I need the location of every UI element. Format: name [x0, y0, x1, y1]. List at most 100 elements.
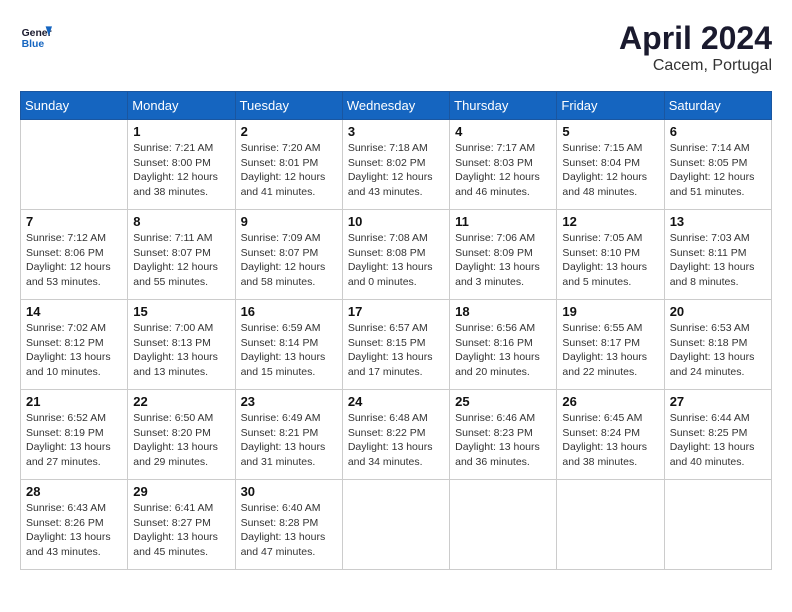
day-number: 10 — [348, 214, 444, 229]
day-info: Sunrise: 6:46 AMSunset: 8:23 PMDaylight:… — [455, 411, 551, 470]
calendar-cell: 19 Sunrise: 6:55 AMSunset: 8:17 PMDayligh… — [557, 300, 664, 390]
calendar-cell: 30 Sunrise: 6:40 AMSunset: 8:28 PMDayligh… — [235, 480, 342, 570]
week-row-1: 1 Sunrise: 7:21 AMSunset: 8:00 PMDaylight… — [21, 120, 772, 210]
day-number: 25 — [455, 394, 551, 409]
logo: General Blue — [20, 20, 52, 52]
day-number: 18 — [455, 304, 551, 319]
calendar-cell: 23 Sunrise: 6:49 AMSunset: 8:21 PMDayligh… — [235, 390, 342, 480]
day-number: 26 — [562, 394, 658, 409]
day-info: Sunrise: 7:02 AMSunset: 8:12 PMDaylight:… — [26, 321, 122, 380]
weekday-header-saturday: Saturday — [664, 92, 771, 120]
day-info: Sunrise: 6:57 AMSunset: 8:15 PMDaylight:… — [348, 321, 444, 380]
calendar-cell: 2 Sunrise: 7:20 AMSunset: 8:01 PMDaylight… — [235, 120, 342, 210]
day-info: Sunrise: 6:55 AMSunset: 8:17 PMDaylight:… — [562, 321, 658, 380]
calendar-table: SundayMondayTuesdayWednesdayThursdayFrid… — [20, 91, 772, 570]
calendar-cell: 8 Sunrise: 7:11 AMSunset: 8:07 PMDaylight… — [128, 210, 235, 300]
day-info: Sunrise: 6:49 AMSunset: 8:21 PMDaylight:… — [241, 411, 337, 470]
day-number: 24 — [348, 394, 444, 409]
day-info: Sunrise: 6:45 AMSunset: 8:24 PMDaylight:… — [562, 411, 658, 470]
calendar-cell: 9 Sunrise: 7:09 AMSunset: 8:07 PMDaylight… — [235, 210, 342, 300]
day-info: Sunrise: 7:11 AMSunset: 8:07 PMDaylight:… — [133, 231, 229, 290]
day-info: Sunrise: 7:06 AMSunset: 8:09 PMDaylight:… — [455, 231, 551, 290]
day-info: Sunrise: 6:56 AMSunset: 8:16 PMDaylight:… — [455, 321, 551, 380]
day-number: 7 — [26, 214, 122, 229]
day-info: Sunrise: 6:44 AMSunset: 8:25 PMDaylight:… — [670, 411, 766, 470]
day-number: 20 — [670, 304, 766, 319]
calendar-cell — [450, 480, 557, 570]
calendar-cell: 26 Sunrise: 6:45 AMSunset: 8:24 PMDayligh… — [557, 390, 664, 480]
location-subtitle: Cacem, Portugal — [619, 57, 772, 75]
day-info: Sunrise: 7:09 AMSunset: 8:07 PMDaylight:… — [241, 231, 337, 290]
calendar-cell: 1 Sunrise: 7:21 AMSunset: 8:00 PMDaylight… — [128, 120, 235, 210]
weekday-header-friday: Friday — [557, 92, 664, 120]
day-info: Sunrise: 6:52 AMSunset: 8:19 PMDaylight:… — [26, 411, 122, 470]
day-number: 13 — [670, 214, 766, 229]
day-number: 16 — [241, 304, 337, 319]
title-block: April 2024 Cacem, Portugal — [619, 20, 772, 75]
calendar-cell: 7Sunrise: 7:12 AMSunset: 8:06 PMDaylight… — [21, 210, 128, 300]
day-number: 2 — [241, 124, 337, 139]
day-info: Sunrise: 7:20 AMSunset: 8:01 PMDaylight:… — [241, 141, 337, 200]
day-info: Sunrise: 6:40 AMSunset: 8:28 PMDaylight:… — [241, 501, 337, 560]
day-info: Sunrise: 7:05 AMSunset: 8:10 PMDaylight:… — [562, 231, 658, 290]
day-info: Sunrise: 7:14 AMSunset: 8:05 PMDaylight:… — [670, 141, 766, 200]
calendar-cell: 25 Sunrise: 6:46 AMSunset: 8:23 PMDayligh… — [450, 390, 557, 480]
day-number: 21 — [26, 394, 122, 409]
day-info: Sunrise: 6:53 AMSunset: 8:18 PMDaylight:… — [670, 321, 766, 380]
month-year-title: April 2024 — [619, 20, 772, 57]
calendar-cell: 21 Sunrise: 6:52 AMSunset: 8:19 PMDayligh… — [21, 390, 128, 480]
day-info: Sunrise: 7:00 AMSunset: 8:13 PMDaylight:… — [133, 321, 229, 380]
day-info: Sunrise: 7:08 AMSunset: 8:08 PMDaylight:… — [348, 231, 444, 290]
calendar-cell: 3Sunrise: 7:18 AMSunset: 8:02 PMDaylight… — [342, 120, 449, 210]
day-number: 12 — [562, 214, 658, 229]
weekday-header-sunday: Sunday — [21, 92, 128, 120]
day-number: 8 — [133, 214, 229, 229]
week-row-2: 7Sunrise: 7:12 AMSunset: 8:06 PMDaylight… — [21, 210, 772, 300]
calendar-cell: 11Sunrise: 7:06 AMSunset: 8:09 PMDayligh… — [450, 210, 557, 300]
calendar-cell — [21, 120, 128, 210]
day-number: 4 — [455, 124, 551, 139]
day-info: Sunrise: 6:41 AMSunset: 8:27 PMDaylight:… — [133, 501, 229, 560]
day-number: 14 — [26, 304, 122, 319]
calendar-cell: 13 Sunrise: 7:03 AMSunset: 8:11 PMDayligh… — [664, 210, 771, 300]
week-row-3: 14 Sunrise: 7:02 AMSunset: 8:12 PMDayligh… — [21, 300, 772, 390]
calendar-cell: 15Sunrise: 7:00 AMSunset: 8:13 PMDayligh… — [128, 300, 235, 390]
calendar-cell: 6 Sunrise: 7:14 AMSunset: 8:05 PMDaylight… — [664, 120, 771, 210]
calendar-cell: 27Sunrise: 6:44 AMSunset: 8:25 PMDayligh… — [664, 390, 771, 480]
day-number: 28 — [26, 484, 122, 499]
day-number: 9 — [241, 214, 337, 229]
day-info: Sunrise: 6:48 AMSunset: 8:22 PMDaylight:… — [348, 411, 444, 470]
day-info: Sunrise: 7:03 AMSunset: 8:11 PMDaylight:… — [670, 231, 766, 290]
day-info: Sunrise: 7:17 AMSunset: 8:03 PMDaylight:… — [455, 141, 551, 200]
day-number: 30 — [241, 484, 337, 499]
calendar-cell: 4 Sunrise: 7:17 AMSunset: 8:03 PMDaylight… — [450, 120, 557, 210]
weekday-header-tuesday: Tuesday — [235, 92, 342, 120]
day-number: 19 — [562, 304, 658, 319]
calendar-cell: 17Sunrise: 6:57 AMSunset: 8:15 PMDayligh… — [342, 300, 449, 390]
day-number: 5 — [562, 124, 658, 139]
calendar-cell: 22Sunrise: 6:50 AMSunset: 8:20 PMDayligh… — [128, 390, 235, 480]
day-number: 29 — [133, 484, 229, 499]
week-row-5: 28Sunrise: 6:43 AMSunset: 8:26 PMDayligh… — [21, 480, 772, 570]
day-number: 1 — [133, 124, 229, 139]
svg-text:Blue: Blue — [22, 39, 45, 50]
calendar-cell — [664, 480, 771, 570]
day-number: 23 — [241, 394, 337, 409]
weekday-header-wednesday: Wednesday — [342, 92, 449, 120]
calendar-cell: 16Sunrise: 6:59 AMSunset: 8:14 PMDayligh… — [235, 300, 342, 390]
day-number: 6 — [670, 124, 766, 139]
calendar-cell: 24 Sunrise: 6:48 AMSunset: 8:22 PMDayligh… — [342, 390, 449, 480]
day-info: Sunrise: 7:21 AMSunset: 8:00 PMDaylight:… — [133, 141, 229, 200]
weekday-header-monday: Monday — [128, 92, 235, 120]
calendar-cell: 10 Sunrise: 7:08 AMSunset: 8:08 PMDayligh… — [342, 210, 449, 300]
calendar-cell: 29 Sunrise: 6:41 AMSunset: 8:27 PMDayligh… — [128, 480, 235, 570]
week-row-4: 21 Sunrise: 6:52 AMSunset: 8:19 PMDayligh… — [21, 390, 772, 480]
calendar-cell — [557, 480, 664, 570]
day-info: Sunrise: 7:18 AMSunset: 8:02 PMDaylight:… — [348, 141, 444, 200]
calendar-cell: 14 Sunrise: 7:02 AMSunset: 8:12 PMDayligh… — [21, 300, 128, 390]
weekday-header-row: SundayMondayTuesdayWednesdayThursdayFrid… — [21, 92, 772, 120]
page-header: General Blue April 2024 Cacem, Portugal — [20, 20, 772, 75]
day-info: Sunrise: 6:50 AMSunset: 8:20 PMDaylight:… — [133, 411, 229, 470]
general-blue-logo-icon: General Blue — [20, 20, 52, 52]
calendar-cell: 28Sunrise: 6:43 AMSunset: 8:26 PMDayligh… — [21, 480, 128, 570]
